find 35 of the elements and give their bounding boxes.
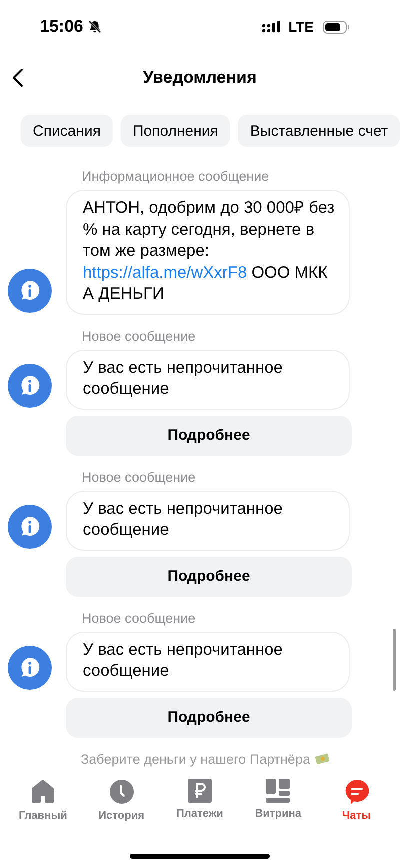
- muted-bell-icon: [88, 20, 102, 34]
- message-link[interactable]: https://alfa.me/wXxrF8: [83, 264, 248, 282]
- tab-bar-item[interactable]: Чаты: [322, 777, 392, 831]
- filter-chip[interactable]: Списания: [21, 115, 113, 147]
- status-time: 15:06: [40, 17, 84, 37]
- message-label: Новое сообщение: [82, 610, 197, 626]
- scrollbar: [393, 629, 396, 691]
- details-button[interactable]: Подробнее: [66, 416, 352, 456]
- details-button[interactable]: Подробнее: [66, 556, 352, 596]
- message-label: Новое сообщение: [82, 328, 197, 344]
- message-label: Заберите деньги у нашего Партнёра: [81, 752, 310, 766]
- tab-bar-item[interactable]: История: [86, 777, 157, 831]
- tab-bar-item[interactable]: Главный: [8, 777, 78, 831]
- tab-bar-item[interactable]: Платежи: [164, 777, 235, 831]
- details-button[interactable]: Подробнее: [66, 698, 352, 738]
- info-icon: [8, 504, 52, 548]
- filter-chip[interactable]: Пополнения: [120, 115, 230, 147]
- screen-title: Уведомления: [143, 68, 257, 88]
- message-bubble: У вас есть непрочитанное сообщение: [66, 490, 350, 550]
- back-icon[interactable]: [12, 68, 24, 88]
- info-icon: [8, 268, 52, 312]
- battery-icon: [323, 20, 350, 34]
- message-label: Новое сообщение: [82, 470, 197, 484]
- info-icon: [8, 364, 52, 408]
- info-icon: [8, 646, 52, 690]
- signal-icon: [262, 21, 282, 33]
- network-type: LTE: [288, 19, 314, 35]
- message-bubble: У вас есть непрочитанное сообщение: [66, 350, 350, 410]
- tab-bar-item[interactable]: Витрина: [243, 777, 314, 831]
- message-bubble: У вас есть непрочитанное сообщение: [66, 632, 350, 692]
- house-icon: [30, 779, 56, 805]
- grid-icon: [266, 779, 290, 803]
- filter-chip[interactable]: Выставленные счет: [238, 115, 400, 147]
- message-label: Информационное сообщение: [82, 169, 270, 184]
- message-bubble: АНТОН, одобрим до 30 000₽ без % на карту сегодня, вернете в том же размере: https://alfa.me/wXxrF8 ООО МКК А ДЕНЬГИ: [66, 190, 350, 314]
